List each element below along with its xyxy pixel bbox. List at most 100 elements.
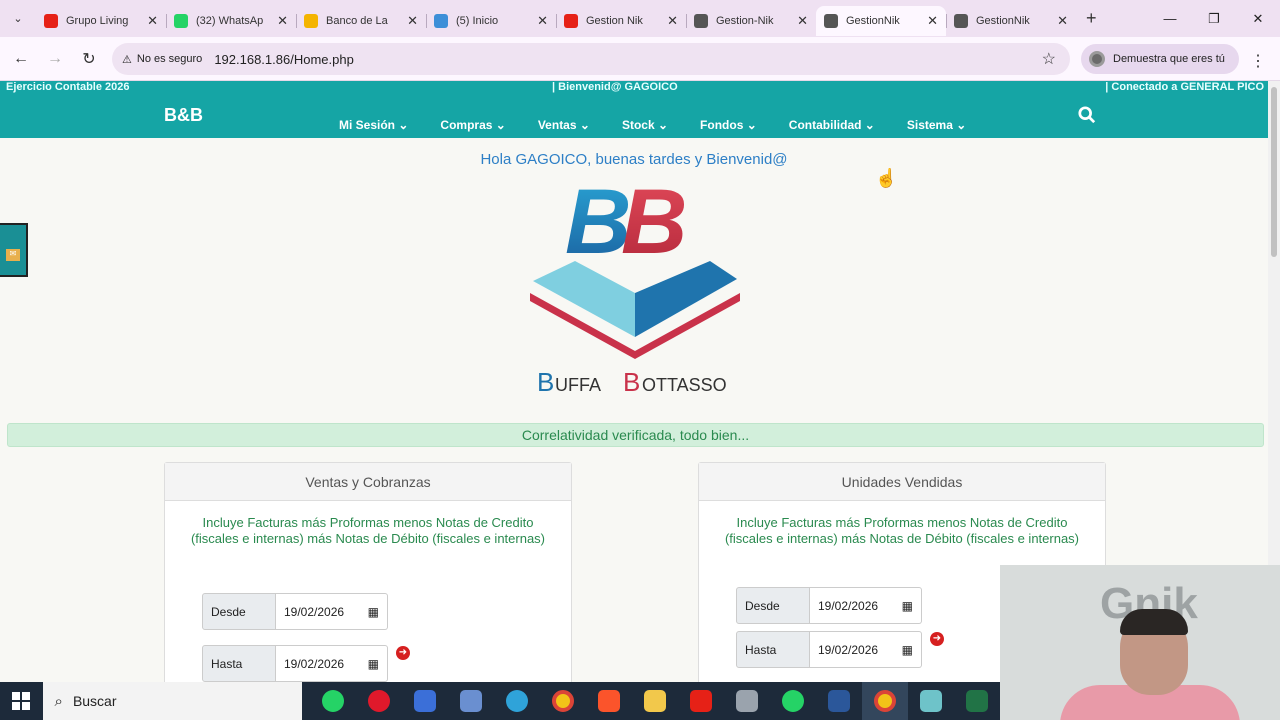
maximize-button[interactable]: ❐ <box>1192 0 1236 37</box>
new-tab-button[interactable]: + <box>1086 8 1097 29</box>
connected-label: | Conectado a GENERAL PICO <box>1105 81 1264 93</box>
menu-item-label: Sistema <box>906 118 953 132</box>
globe-icon <box>954 13 968 28</box>
chevron-down-icon: ⌄ <box>956 118 967 132</box>
hasta-row: Hasta 19/02/2026 ▦ <box>736 631 922 668</box>
tab-search-menu-button[interactable]: ⌄ <box>0 0 36 37</box>
logo-text-1: UFFA <box>555 375 601 395</box>
close-window-button[interactable]: ✕ <box>1236 0 1280 37</box>
widgets-app-icon[interactable] <box>402 682 448 720</box>
tab-title: Grupo Living <box>66 14 129 27</box>
close-tab-icon[interactable]: ✕ <box>407 13 418 29</box>
desde-date-input[interactable]: 19/02/2026 ▦ <box>810 587 922 624</box>
menu-item[interactable]: Mi Sesión ⌄ <box>339 118 408 132</box>
hasta-date-input[interactable]: 19/02/2026 ▦ <box>276 645 388 682</box>
brave-app-icon[interactable] <box>586 682 632 720</box>
search-icon: ⌕ <box>54 692 63 710</box>
tab-title: GestionNik <box>846 14 900 27</box>
profile-label: Demuestra que eres tú <box>1113 53 1225 65</box>
menu-item-label: Compras <box>440 118 493 132</box>
side-widget[interactable]: ✉ <box>0 223 28 277</box>
menu-item[interactable]: Stock ⌄ <box>622 118 668 132</box>
warning-icon: ⚠ <box>122 53 132 66</box>
taskbar-search[interactable]: ⌕ Buscar <box>42 682 302 720</box>
menu-item[interactable]: Contabilidad ⌄ <box>789 118 875 132</box>
edge-app-icon[interactable] <box>494 682 540 720</box>
browser-tab[interactable]: GestionNik ✕ <box>946 6 1076 36</box>
url-text[interactable]: 192.168.1.86/Home.php <box>214 52 354 67</box>
address-bar-row: ← → ↻ ⚠ No es seguro 192.168.1.86/Home.p… <box>0 37 1280 81</box>
ejercicio-label: Ejercicio Contable 2026 <box>6 81 130 93</box>
submit-arrow-icon[interactable]: ➜ <box>930 632 944 646</box>
menu-item[interactable]: Fondos ⌄ <box>700 118 757 132</box>
menu-item-label: Fondos <box>700 118 744 132</box>
chevron-down-icon: ⌄ <box>495 118 506 132</box>
browser-tab[interactable]: Banco de La ✕ <box>296 6 426 36</box>
network-app-icon[interactable] <box>448 682 494 720</box>
tab-title: Banco de La <box>326 14 388 27</box>
chevron-down-icon: ⌄ <box>746 118 757 132</box>
desde-row: Desde 19/02/2026 ▦ <box>736 587 922 624</box>
hasta-label: Hasta <box>202 645 276 682</box>
app-icon[interactable] <box>724 682 770 720</box>
word-app-icon[interactable] <box>816 682 862 720</box>
svg-text:B: B <box>621 171 687 273</box>
menu-item[interactable]: Compras ⌄ <box>440 118 505 132</box>
profile-chip[interactable]: Demuestra que eres tú <box>1081 44 1239 74</box>
excel-app-icon[interactable] <box>954 682 1000 720</box>
tab-title: (5) Inicio <box>456 14 499 27</box>
close-tab-icon[interactable]: ✕ <box>1057 13 1068 29</box>
close-tab-icon[interactable]: ✕ <box>277 13 288 29</box>
minimize-button[interactable]: — <box>1148 0 1192 37</box>
browser-menu-icon[interactable]: ⋮ <box>1250 51 1266 71</box>
back-button[interactable]: ← <box>4 50 38 68</box>
browser-tab[interactable]: Grupo Living ✕ <box>36 6 166 36</box>
whatsapp-app-icon[interactable] <box>310 682 356 720</box>
security-indicator[interactable]: ⚠ No es seguro <box>122 53 202 66</box>
hasta-date-input[interactable]: 19/02/2026 ▦ <box>810 631 922 668</box>
search-icon[interactable] <box>1078 106 1096 124</box>
menu-item-label: Contabilidad <box>788 118 862 132</box>
card-description: Incluye Facturas más Proformas menos Not… <box>190 515 546 546</box>
calendar-icon[interactable]: ▦ <box>368 605 379 619</box>
mail-icon: ✉ <box>6 249 20 261</box>
youtube-app-icon[interactable] <box>678 682 724 720</box>
webcam-overlay: Gnik <box>1000 565 1280 720</box>
chrome-active-app-icon[interactable] <box>862 682 908 720</box>
close-tab-icon[interactable]: ✕ <box>797 13 808 29</box>
calendar-icon[interactable]: ▦ <box>902 643 913 657</box>
network-icon <box>694 13 708 28</box>
desde-label: Desde <box>736 587 810 624</box>
close-tab-icon[interactable]: ✕ <box>927 13 938 29</box>
windows-start-icon[interactable] <box>0 692 43 710</box>
browser-tab[interactable]: GestionNik ✕ <box>816 5 946 36</box>
browser-tab[interactable]: (5) Inicio ✕ <box>426 6 556 36</box>
browser-tab[interactable]: Gestion-Nik ✕ <box>686 6 816 36</box>
whatsapp-desktop-app-icon[interactable] <box>770 682 816 720</box>
bookmark-star-icon[interactable]: ☆ <box>1042 49 1056 69</box>
omnibox[interactable]: ⚠ No es seguro 192.168.1.86/Home.php ☆ <box>112 43 1070 75</box>
tab-title: Gestion-Nik <box>716 14 774 27</box>
close-tab-icon[interactable]: ✕ <box>147 13 158 29</box>
submit-arrow-icon[interactable]: ➜ <box>396 646 410 660</box>
calendar-icon[interactable]: ▦ <box>902 599 913 613</box>
close-tab-icon[interactable]: ✕ <box>667 13 678 29</box>
calendar-icon[interactable]: ▦ <box>368 657 379 671</box>
chrome-app-icon[interactable] <box>540 682 586 720</box>
browser-tab[interactable]: Gestion Nik ✕ <box>556 6 686 36</box>
file-explorer-app-icon[interactable] <box>632 682 678 720</box>
reload-button[interactable]: ↻ <box>72 49 106 69</box>
browser-tab[interactable]: (32) WhatsAp ✕ <box>166 6 296 36</box>
site-brand[interactable]: B&B <box>164 105 203 126</box>
menu-item[interactable]: Sistema ⌄ <box>907 118 966 132</box>
scrollbar-thumb[interactable] <box>1271 87 1277 257</box>
taskbar-apps <box>310 682 1000 720</box>
menu-item[interactable]: Ventas ⌄ <box>538 118 590 132</box>
avatar <box>1089 51 1105 67</box>
notepad-app-icon[interactable] <box>908 682 954 720</box>
forward-button[interactable]: → <box>38 50 72 68</box>
desde-date-input[interactable]: 19/02/2026 ▦ <box>276 593 388 630</box>
windows-taskbar: ⌕ Buscar <box>0 682 1000 720</box>
close-tab-icon[interactable]: ✕ <box>537 13 548 29</box>
opera-app-icon[interactable] <box>356 682 402 720</box>
